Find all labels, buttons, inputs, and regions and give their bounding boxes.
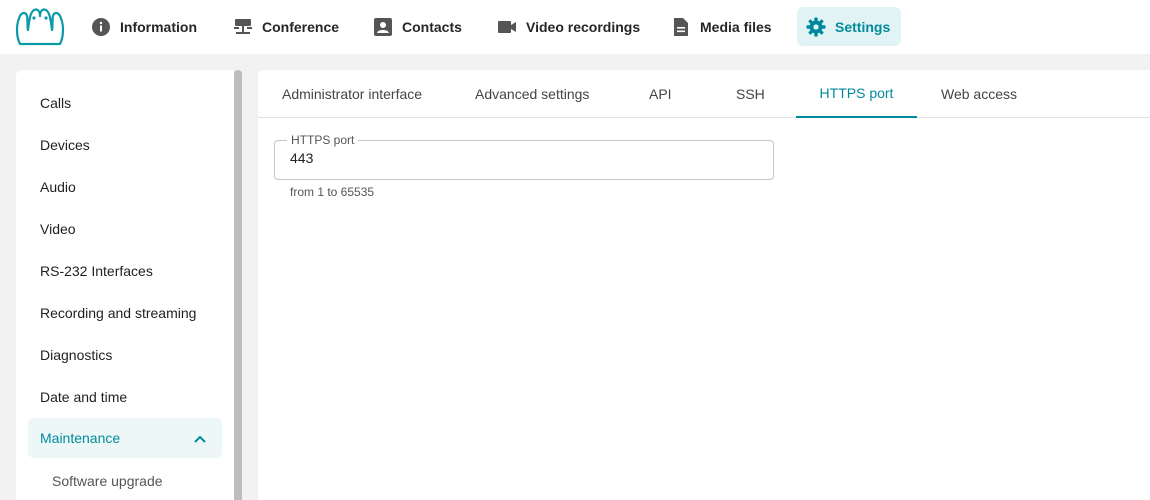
settings-tabs: Administrator interface Advanced setting…	[258, 70, 1150, 118]
sidebar-scrollbar[interactable]	[234, 70, 242, 500]
tab-advanced-settings[interactable]: Advanced settings	[475, 70, 589, 118]
tab-ssh[interactable]: SSH	[736, 70, 765, 118]
conference-icon	[232, 16, 254, 38]
app-logo-icon[interactable]	[14, 6, 66, 48]
sidebar-group-maintenance[interactable]: Maintenance	[28, 418, 222, 458]
info-icon	[90, 16, 112, 38]
tab-web-access[interactable]: Web access	[941, 70, 1017, 118]
sidebar-item-rs232-interfaces[interactable]: RS-232 Interfaces	[40, 263, 153, 279]
nav-information[interactable]: Information	[88, 7, 199, 46]
sidebar-item-audio[interactable]: Audio	[40, 179, 76, 195]
tab-api[interactable]: API	[649, 70, 672, 118]
video-camera-icon	[496, 16, 518, 38]
top-navigation-bar: Information Conference Contacts Video re…	[0, 0, 1150, 54]
nav-video-recordings[interactable]: Video recordings	[494, 7, 642, 46]
https-port-input[interactable]	[290, 150, 750, 166]
tab-https-port[interactable]: HTTPS port	[796, 70, 917, 118]
nav-conference-label: Conference	[262, 18, 340, 35]
chevron-up-icon	[194, 430, 206, 446]
nav-media-files-label: Media files	[700, 18, 772, 35]
https-port-hint: from 1 to 65535	[290, 185, 375, 199]
https-port-label: HTTPS port	[287, 133, 359, 147]
sidebar-item-diagnostics[interactable]: Diagnostics	[40, 347, 112, 363]
contacts-icon	[372, 16, 394, 38]
nav-conference[interactable]: Conference	[230, 7, 341, 46]
sidebar-item-devices[interactable]: Devices	[40, 137, 90, 153]
sidebar-item-calls[interactable]: Calls	[40, 95, 71, 111]
nav-video-recordings-label: Video recordings	[526, 18, 641, 35]
nav-information-label: Information	[120, 18, 197, 35]
sidebar-group-maintenance-label: Maintenance	[40, 430, 121, 446]
document-icon	[670, 16, 692, 38]
sidebar-item-date-and-time[interactable]: Date and time	[40, 389, 127, 405]
sidebar-subitem-software-upgrade[interactable]: Software upgrade	[52, 473, 163, 489]
tab-administrator-interface[interactable]: Administrator interface	[282, 70, 422, 118]
sidebar-item-video[interactable]: Video	[40, 221, 76, 237]
sidebar-item-recording-and-streaming[interactable]: Recording and streaming	[40, 305, 196, 321]
nav-contacts-label: Contacts	[402, 18, 462, 35]
nav-contacts[interactable]: Contacts	[370, 7, 464, 46]
main-panel: Administrator interface Advanced setting…	[258, 70, 1150, 500]
nav-settings[interactable]: Settings	[797, 7, 901, 46]
https-port-field: HTTPS port	[274, 133, 774, 180]
nav-media-files[interactable]: Media files	[668, 7, 774, 46]
gear-icon	[805, 16, 827, 38]
nav-settings-label: Settings	[835, 18, 891, 35]
